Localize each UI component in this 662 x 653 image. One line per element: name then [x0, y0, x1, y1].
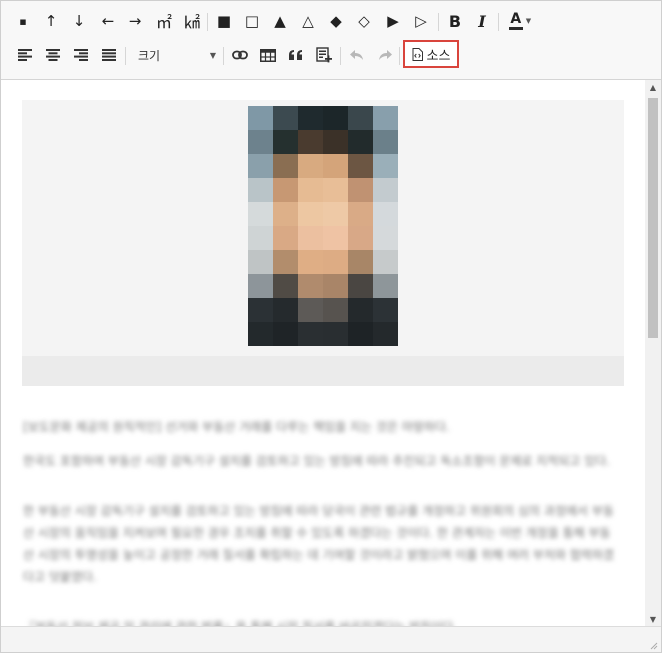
source-button-label: 소스	[426, 48, 451, 64]
redo-icon	[379, 49, 392, 60]
redo-button[interactable]	[375, 39, 395, 71]
align-left-icon	[18, 49, 32, 61]
special-char-black-right-triangle-button[interactable]: ▶	[383, 5, 403, 37]
template-add-icon	[316, 47, 332, 63]
image-block[interactable]	[22, 100, 624, 386]
font-size-select[interactable]: 크기 ▼	[132, 44, 218, 66]
special-char-right-arrow-button[interactable]: →	[125, 5, 145, 37]
editor-status-bar	[1, 626, 661, 652]
toolbar-divider	[438, 13, 439, 31]
resize-grip-icon[interactable]	[648, 640, 658, 650]
paragraph: 한국도 포함하여 부동산 시장 감독기구 설치를 검토하고 있는 방침에 따라 …	[23, 454, 611, 468]
special-char-up-arrow-button[interactable]: ↑	[41, 5, 61, 37]
toolbar-divider	[498, 13, 499, 31]
font-color-letter: A	[510, 11, 522, 27]
template-button[interactable]	[314, 39, 334, 71]
vertical-scrollbar[interactable]: ▲ ▼	[645, 80, 661, 626]
special-char-black-square-button[interactable]: ■	[214, 5, 234, 37]
toolbar-divider	[125, 47, 126, 65]
source-code-icon	[412, 47, 423, 61]
scrollbar-thumb[interactable]	[648, 98, 658, 338]
link-icon	[232, 50, 248, 60]
scroll-up-arrow-icon[interactable]: ▲	[645, 80, 661, 94]
toolbar-divider	[399, 47, 400, 65]
special-char-square-meter-button[interactable]: ㎡	[154, 5, 174, 37]
special-char-left-arrow-button[interactable]: ←	[98, 5, 118, 37]
chevron-down-icon: ▼	[209, 50, 216, 60]
bold-button[interactable]: B	[445, 5, 465, 37]
toolbar-divider	[340, 47, 341, 65]
align-center-icon	[46, 49, 60, 61]
font-size-select-value: 크기	[138, 48, 161, 63]
font-color-swatch	[508, 27, 523, 30]
link-button[interactable]	[230, 39, 250, 71]
special-char-black-triangle-button[interactable]: ▲	[270, 5, 290, 37]
align-right-icon	[74, 49, 88, 61]
toolbar-divider	[207, 13, 208, 31]
pixelated-portrait-image[interactable]	[248, 106, 398, 346]
paragraph: 『부동산 정보 제공 및 관리에 관한 법률』을 통해 시장 질서를 바로잡겠다…	[23, 616, 619, 626]
source-button[interactable]: 소스	[403, 40, 459, 68]
editor-frame: ▪ ↑ ↓ ← → ㎡ ㎢ ■ □ ▲ △ ◆ ◇ ▶ ▷ B I A ▼ 크기…	[0, 0, 662, 653]
editor-toolbar: ▪ ↑ ↓ ← → ㎡ ㎢ ■ □ ▲ △ ◆ ◇ ▶ ▷ B I A ▼ 크기…	[1, 1, 661, 80]
special-char-small-square-button[interactable]: ▪	[13, 5, 33, 37]
italic-button[interactable]: I	[472, 5, 492, 37]
special-char-white-diamond-button[interactable]: ◇	[354, 5, 374, 37]
align-justify-button[interactable]	[99, 39, 119, 71]
toolbar-row-2: 크기 ▼ 소스	[1, 39, 661, 71]
align-justify-icon	[102, 49, 116, 61]
paragraph: 한 부동산 시장 감독기구 설치를 검토하고 있는 방침에 따라 당국이 관련 …	[23, 504, 614, 584]
image-caption-bar[interactable]	[22, 356, 624, 386]
undo-icon	[350, 49, 363, 60]
editor-content-area[interactable]: [보도문화 제공의 원칙적인] 선거와 부동산 거래를 다루는 책임을 지는 것…	[1, 80, 645, 626]
special-char-white-right-triangle-button[interactable]: ▷	[411, 5, 431, 37]
toolbar-divider	[223, 47, 224, 65]
special-char-white-triangle-button[interactable]: △	[298, 5, 318, 37]
table-icon	[260, 48, 276, 62]
blockquote-button[interactable]	[286, 39, 306, 71]
quote-icon	[289, 49, 302, 60]
toolbar-row-1: ▪ ↑ ↓ ← → ㎡ ㎢ ■ □ ▲ △ ◆ ◇ ▶ ▷ B I A ▼	[1, 5, 661, 37]
paragraph: [보도문화 제공의 원칙적인] 선거와 부동산 거래를 다루는 책임을 지는 것…	[23, 420, 450, 434]
font-color-button[interactable]: A ▼	[505, 5, 535, 37]
undo-button[interactable]	[347, 39, 367, 71]
align-left-button[interactable]	[15, 39, 35, 71]
special-char-down-arrow-button[interactable]: ↓	[69, 5, 89, 37]
scroll-down-arrow-icon[interactable]: ▼	[645, 612, 661, 626]
align-center-button[interactable]	[43, 39, 63, 71]
special-char-black-diamond-button[interactable]: ◆	[326, 5, 346, 37]
align-right-button[interactable]	[71, 39, 91, 71]
chevron-down-icon: ▼	[525, 17, 532, 25]
special-char-square-kilometer-button[interactable]: ㎢	[182, 5, 202, 37]
special-char-white-square-button[interactable]: □	[242, 5, 262, 37]
table-button[interactable]	[258, 39, 278, 71]
